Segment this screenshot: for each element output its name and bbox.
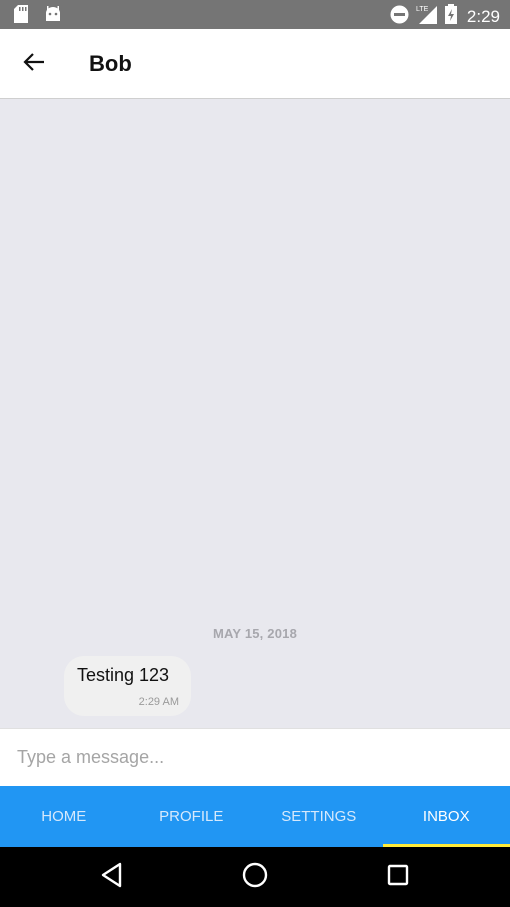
tab-home[interactable]: HOME bbox=[0, 786, 128, 847]
android-debug-icon bbox=[44, 5, 62, 28]
tab-settings[interactable]: SETTINGS bbox=[255, 786, 383, 847]
page-title: Bob bbox=[89, 51, 132, 76]
sd-card-icon bbox=[14, 5, 28, 28]
recents-square-icon bbox=[387, 864, 409, 891]
status-bar: LTE 2:29 bbox=[0, 0, 510, 29]
message-time: 2:29 AM bbox=[138, 696, 179, 708]
do-not-disturb-icon bbox=[390, 5, 409, 29]
battery-charging-icon bbox=[444, 4, 457, 29]
message-input[interactable] bbox=[0, 729, 510, 786]
home-circle-icon bbox=[242, 862, 268, 893]
arrow-left-icon bbox=[23, 52, 45, 76]
back-button[interactable] bbox=[16, 50, 52, 78]
date-separator: MAY 15, 2018 bbox=[212, 626, 298, 641]
message-list[interactable]: MAY 15, 2018 Testing 123 2:29 AM bbox=[0, 99, 510, 728]
tab-profile[interactable]: PROFILE bbox=[128, 786, 256, 847]
conversation-header: Bob bbox=[0, 29, 510, 99]
message-bubble[interactable]: Testing 123 2:29 AM bbox=[64, 656, 191, 716]
nav-back-button[interactable] bbox=[96, 861, 128, 893]
message-text: Testing 123 bbox=[77, 665, 170, 685]
tab-inbox[interactable]: INBOX bbox=[382, 786, 510, 847]
signal-icon: LTE bbox=[415, 4, 439, 29]
network-type-label: LTE bbox=[416, 6, 429, 13]
status-time: 2:29 bbox=[466, 6, 500, 26]
message-composer bbox=[0, 728, 510, 786]
nav-home-button[interactable] bbox=[239, 861, 271, 893]
tab-bar: HOME PROFILE SETTINGS INBOX bbox=[0, 786, 510, 847]
back-triangle-icon bbox=[100, 862, 124, 893]
system-nav-bar bbox=[0, 847, 510, 907]
nav-recents-button[interactable] bbox=[382, 861, 414, 893]
